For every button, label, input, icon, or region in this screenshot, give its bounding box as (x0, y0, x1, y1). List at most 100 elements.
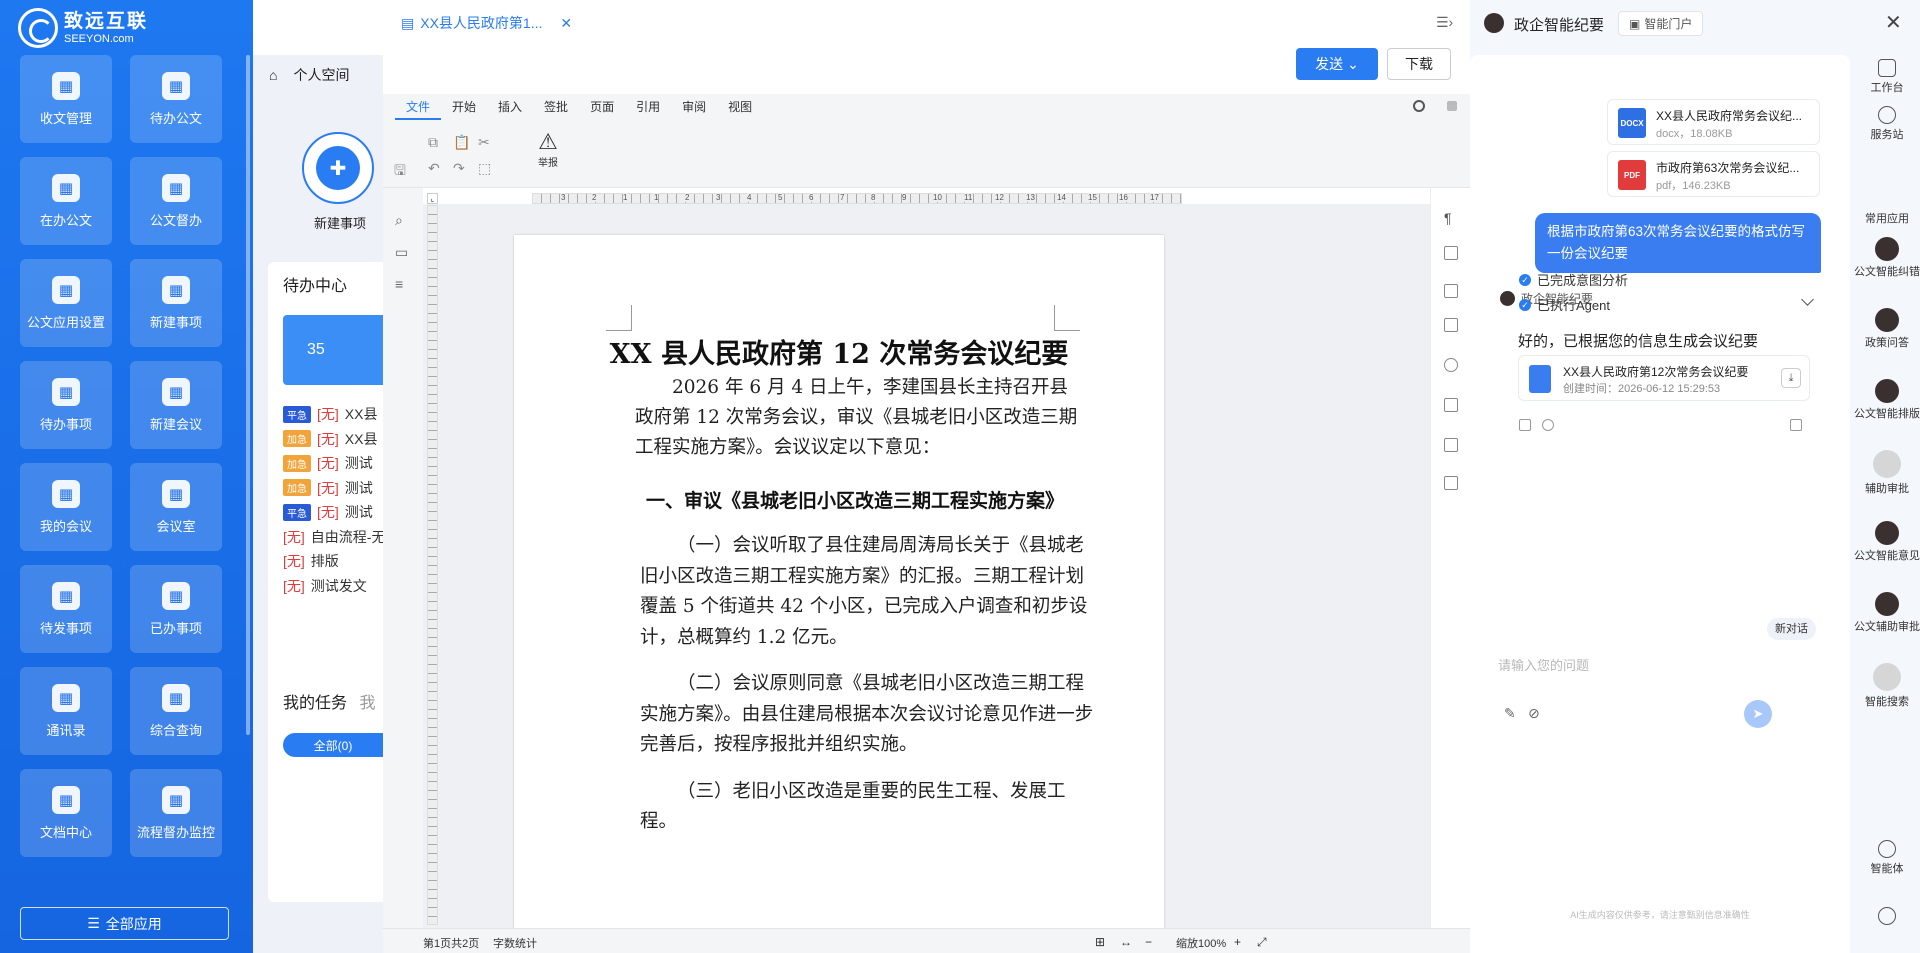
nav-tile[interactable]: ▦ 文档中心 (20, 769, 112, 857)
chart-icon[interactable] (1444, 398, 1458, 412)
report-button[interactable]: ⚠ 举报 (538, 130, 558, 170)
nav-tile[interactable]: ▦ 综合查询 (130, 667, 222, 755)
result-file-card[interactable]: XX县人民政府第12次常务会议纪要 创建时间：2026-06-12 15:29:… (1518, 355, 1810, 401)
copy-icon[interactable]: ⧉ (428, 134, 438, 151)
zoom-level[interactable]: 缩放100% (1176, 935, 1226, 951)
vertical-ruler[interactable] (427, 205, 438, 925)
side-app-item[interactable]: 公文智能意见 (1854, 521, 1920, 563)
image-icon[interactable] (1444, 284, 1458, 298)
side-app-item[interactable]: 智能搜索 (1854, 663, 1920, 709)
todo-row[interactable]: 加急 [无] 测试 (283, 453, 383, 473)
todo-row[interactable]: 平急 [无] XX县 (283, 404, 383, 424)
all-apps-button[interactable]: ☰ 全部应用 (20, 907, 229, 940)
menu-item[interactable]: 签批 (533, 94, 579, 120)
side-app-item[interactable]: 公文辅助审批 (1854, 592, 1920, 634)
close-tab-icon[interactable]: ✕ (560, 15, 572, 32)
save-icon[interactable]: 🖫 (394, 160, 406, 184)
step-agent[interactable]: ✓ 已执行Agent (1519, 295, 1610, 314)
search-icon[interactable] (1413, 100, 1425, 112)
format-painter-icon[interactable]: ⬚ (478, 160, 491, 177)
menu-item[interactable]: 文件 (395, 94, 442, 120)
nav-tile[interactable]: ▦ 待发事项 (20, 565, 112, 653)
nav-tile[interactable]: ▦ 通讯录 (20, 667, 112, 755)
menu-item[interactable]: 审阅 (671, 94, 717, 120)
home-icon[interactable]: ⌂ (269, 67, 277, 83)
todo-row[interactable]: [无] 测试发文 (283, 576, 383, 596)
todo-row[interactable]: [无] 排版 (283, 551, 383, 571)
todo-row[interactable]: 加急 [无] XX县 (283, 429, 383, 449)
chevron-down-icon[interactable] (1801, 293, 1814, 306)
shape-icon[interactable] (1444, 358, 1458, 372)
horizontal-ruler[interactable]: 3 2 1 1 2 3 4 5 6 7 8 9 10 11 12 13 14 15 16 17 (532, 193, 1182, 204)
side-app-item[interactable]: 政策问答 (1854, 308, 1920, 350)
undo-icon[interactable]: ↶ (428, 160, 440, 177)
more-icon[interactable] (1447, 101, 1457, 111)
nav-tile[interactable]: ▦ 待办公文 (130, 55, 222, 143)
chat-input[interactable] (1498, 653, 1818, 677)
nav-tile[interactable]: ▦ 公文应用设置 (20, 259, 112, 347)
task-filter-all[interactable]: 全部(0) (283, 733, 383, 757)
nav-tile[interactable]: ▦ 流程督办监控 (130, 769, 222, 857)
todo-row[interactable]: 加急 [无] 测试 (283, 478, 383, 498)
side-app-item[interactable]: 辅助审批 (1854, 450, 1920, 496)
document-tab[interactable]: ▤ XX县人民政府第1... ✕ (401, 13, 572, 33)
text-style-icon[interactable] (1444, 438, 1458, 452)
view-mode-icon[interactable]: ⊞ (1095, 935, 1105, 949)
cut-icon[interactable]: ✂ (478, 134, 490, 151)
menu-item[interactable]: 页面 (579, 94, 625, 120)
menu-item[interactable]: 引用 (625, 94, 671, 120)
close-icon[interactable]: ✕ (1885, 10, 1902, 35)
my-tasks-label[interactable]: 我的任务 (283, 695, 347, 712)
nav-tile[interactable]: ▦ 在办公文 (20, 157, 112, 245)
nav-tile[interactable]: ▦ 公文督办 (130, 157, 222, 245)
attached-file-card[interactable]: PDF 市政府第63次常务会议纪... pdf，146.23KB (1607, 151, 1820, 197)
menu-item[interactable]: 视图 (717, 94, 763, 120)
side-app-item[interactable]: 公文智能纠错 (1854, 237, 1920, 279)
menu-item[interactable]: 插入 (487, 94, 533, 120)
smart-portal-button[interactable]: ▣ 智能门户 (1618, 11, 1704, 36)
redo-icon[interactable]: ↷ (453, 160, 465, 177)
workbench-item[interactable]: 工作台 (1854, 59, 1920, 95)
thumbs-down-icon[interactable] (1790, 419, 1802, 431)
collapse-panel-icon[interactable]: ☰› (1436, 14, 1453, 31)
zoom-in-icon[interactable]: + (1234, 935, 1241, 949)
attached-file-card[interactable]: DOCX XX县人民政府常务会议纪... docx，18.08KB (1607, 99, 1820, 145)
new-chat-button[interactable]: 新对话 (1767, 618, 1816, 640)
nav-tile[interactable]: ▦ 收文管理 (20, 55, 112, 143)
nav-tile[interactable]: ▦ 新建事项 (130, 259, 222, 347)
nav-tile[interactable]: ▦ 待办事项 (20, 361, 112, 449)
send-message-button[interactable]: ➤ (1744, 700, 1772, 728)
paste-icon[interactable]: 📋 (453, 134, 470, 151)
todo-count-tile[interactable]: 35 (283, 315, 383, 385)
my-tasks-extra[interactable]: 我 (359, 695, 375, 712)
service-station-item[interactable]: 服务站 (1854, 106, 1920, 142)
page-indicator[interactable]: 第1页共2页 (423, 935, 479, 951)
nav-tile[interactable]: ▦ 新建会议 (130, 361, 222, 449)
paragraph-mark-icon[interactable]: ¶ (1444, 210, 1452, 226)
fullscreen-icon[interactable]: ⤢ (1257, 935, 1267, 950)
send-button[interactable]: 发送 ⌄ (1296, 48, 1378, 80)
find-icon[interactable]: ⌕ (395, 212, 403, 229)
todo-row[interactable]: [无] 自由流程-无 (283, 527, 383, 547)
side-app-item[interactable]: 公文智能排版 (1854, 379, 1920, 421)
left-nav-scrollbar[interactable] (246, 55, 250, 735)
document-page[interactable]: XX 县人民政府第 12 次常务会议纪要 2026 年 6 月 4 日上午，李建… (514, 235, 1164, 928)
agent-item[interactable]: 智能体 (1854, 840, 1920, 876)
refresh-icon[interactable] (1542, 419, 1554, 431)
zoom-out-icon[interactable]: − (1145, 935, 1152, 949)
new-item-button[interactable]: ✚ (302, 132, 374, 204)
nav-tile[interactable]: ▦ 已办事项 (130, 565, 222, 653)
fit-width-icon[interactable]: ↔ (1120, 935, 1132, 949)
attachment-icon[interactable]: ⊘ (1528, 705, 1540, 722)
space-title[interactable]: 个人空间 (293, 65, 349, 85)
mail-icon[interactable] (1444, 476, 1458, 490)
table-icon[interactable] (1444, 246, 1458, 260)
nav-tile[interactable]: ▦ 会议室 (130, 463, 222, 551)
download-icon[interactable]: ⤓ (1781, 368, 1801, 388)
page-icon[interactable] (1444, 318, 1458, 332)
nav-tile[interactable]: ▦ 我的会议 (20, 463, 112, 551)
profile-item[interactable] (1854, 907, 1920, 929)
magic-wand-icon[interactable]: ✎ (1504, 705, 1516, 722)
outline-icon[interactable]: ≡ (395, 276, 403, 292)
comment-icon[interactable]: ▭ (395, 244, 408, 261)
